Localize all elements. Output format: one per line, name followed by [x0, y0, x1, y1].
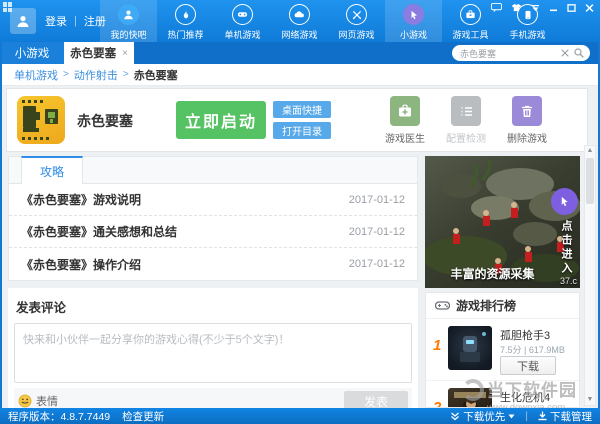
scroll-up-icon[interactable]: ▲ [587, 147, 594, 155]
trash-icon [512, 96, 542, 126]
game-doctor-button[interactable]: 游戏医生 [385, 96, 425, 145]
open-directory-button[interactable]: 打开目录 [273, 122, 331, 139]
login-divider: | [74, 15, 77, 27]
skin-icon[interactable] [511, 3, 522, 12]
search-input[interactable] [458, 47, 561, 59]
ranking-header: 游戏排行榜 [426, 293, 579, 319]
main-nav: 我的快吧 热门推荐 单机游戏 网络游戏 [100, 0, 556, 42]
download-priority-button[interactable]: 下载优先 [450, 409, 515, 424]
config-check-button[interactable]: 配置检测 [446, 96, 486, 145]
tab-strip: 小游戏 赤色要塞 × [0, 42, 600, 64]
ranking-item[interactable]: 2 生化危机4 4.5分 | 2.4GB [426, 381, 579, 408]
crossed-swords-icon [346, 4, 367, 25]
enter-label[interactable]: 点击进入 [558, 220, 574, 276]
breadcrumb-pc-games[interactable]: 单机游戏 [14, 67, 58, 83]
game-icon[interactable] [17, 96, 65, 144]
smiley-icon [18, 394, 32, 408]
nav-item-mini-games[interactable]: 小游戏 [385, 0, 442, 42]
minimize-button[interactable] [549, 4, 558, 12]
video-corner-mark: 37.c [560, 276, 577, 286]
download-manager-button[interactable]: 下载管理 [538, 409, 592, 424]
scroll-down-icon[interactable]: ▼ [587, 396, 594, 404]
tab-active-game[interactable]: 赤色要塞 × [64, 42, 134, 64]
close-button[interactable] [585, 4, 594, 12]
game-thumbnail[interactable] [448, 388, 492, 408]
status-bar: 程序版本：4.8.7.7449 检查更新 下载优先 | 下载管理 [0, 408, 600, 424]
avatar-placeholder-icon[interactable] [10, 8, 36, 34]
launch-button[interactable]: 立即启动 [176, 101, 266, 139]
game-header-panel: 赤色要塞 立即启动 桌面快捷 打开目录 游戏医生 配置检测 删除游戏 [6, 88, 588, 152]
breadcrumb: 单机游戏 > 动作射击 > 赤色要塞 [2, 64, 598, 86]
user-icon [118, 4, 139, 25]
download-button[interactable]: 下载 [500, 356, 556, 375]
desktop-shortcut-button[interactable]: 桌面快捷 [273, 101, 331, 118]
login-area: 登录 | 注册 [10, 8, 106, 34]
nav-item-online-games[interactable]: 网络游戏 [271, 0, 328, 42]
nav-item-hot[interactable]: 热门推荐 [157, 0, 214, 42]
video-thumbnail[interactable]: 点击进入 丰富的资源采集 37.c [425, 156, 580, 288]
guide-item[interactable]: 《赤色要塞》操作介绍 2017-01-12 [9, 248, 417, 280]
nav-item-web-games[interactable]: 网页游戏 [328, 0, 385, 42]
search-clear-icon[interactable] [561, 49, 569, 57]
titlebar: 登录 | 注册 我的快吧 热门推荐 单机游戏 [0, 0, 600, 42]
search-icon[interactable] [574, 48, 584, 58]
nav-item-my-kuaiba[interactable]: 我的快吧 [100, 0, 157, 42]
check-update-link[interactable]: 检查更新 [122, 409, 164, 424]
flame-icon [175, 4, 196, 25]
window-controls [491, 3, 594, 12]
toolbox-icon [460, 4, 481, 25]
gamepad-icon [232, 4, 253, 25]
maximize-button[interactable] [567, 4, 576, 12]
login-link[interactable]: 登录 [45, 13, 67, 29]
content-scrollbar[interactable]: ▲ ▼ [584, 145, 596, 406]
game-actions: 游戏医生 配置检测 删除游戏 [385, 96, 547, 145]
enter-badge[interactable] [551, 188, 578, 215]
download-icon [538, 411, 547, 421]
emoji-button[interactable]: 表情 [18, 393, 58, 409]
version-text: 程序版本：4.8.7.7449 [8, 409, 110, 424]
ranking-panel: 游戏排行榜 1 孤胆枪手3 7.5分 | 617.9MB 下载 2 生化危机4 … [425, 292, 580, 408]
tab-guide[interactable]: 攻略 [21, 156, 83, 184]
caret-down-icon [508, 414, 515, 419]
medkit-icon [390, 96, 420, 126]
cursor-icon [559, 196, 570, 207]
breadcrumb-current: 赤色要塞 [134, 67, 178, 83]
video-caption: 丰富的资源采集 [425, 265, 560, 282]
gamepad-icon [435, 300, 450, 311]
ranking-item[interactable]: 1 孤胆枪手3 7.5分 | 617.9MB 下载 [426, 319, 579, 381]
search-box[interactable] [452, 45, 590, 61]
app-window: 登录 | 注册 我的快吧 热门推荐 单机游戏 [0, 0, 600, 424]
comment-section: 发表评论 表情 发表 [8, 288, 418, 408]
cloud-icon [289, 4, 310, 25]
game-title: 赤色要塞 [77, 111, 133, 131]
double-chevron-down-icon [450, 412, 460, 421]
feedback-icon[interactable] [491, 3, 502, 12]
game-thumbnail[interactable] [448, 326, 492, 370]
window-edge [0, 42, 2, 424]
cursor-icon [403, 4, 424, 25]
comment-input[interactable] [14, 323, 412, 383]
guide-item[interactable]: 《赤色要塞》游戏说明 2017-01-12 [9, 184, 417, 216]
guide-item[interactable]: 《赤色要塞》通关感想和总结 2017-01-12 [9, 216, 417, 248]
tab-close-icon[interactable]: × [122, 48, 128, 59]
guide-tab-row: 攻略 [9, 157, 417, 184]
comment-heading: 发表评论 [14, 288, 412, 323]
list-check-icon [451, 96, 481, 126]
guide-panel: 攻略 《赤色要塞》游戏说明 2017-01-12 《赤色要塞》通关感想和总结 2… [8, 156, 418, 281]
tab-mini-games[interactable]: 小游戏 [0, 42, 64, 64]
nav-item-pc-games[interactable]: 单机游戏 [214, 0, 271, 42]
scrollbar-thumb[interactable] [586, 158, 594, 204]
menu-caret-icon[interactable] [531, 4, 540, 12]
delete-game-button[interactable]: 删除游戏 [507, 96, 547, 145]
statusbar-divider: | [525, 410, 528, 422]
breadcrumb-action-shooting[interactable]: 动作射击 [74, 67, 118, 83]
